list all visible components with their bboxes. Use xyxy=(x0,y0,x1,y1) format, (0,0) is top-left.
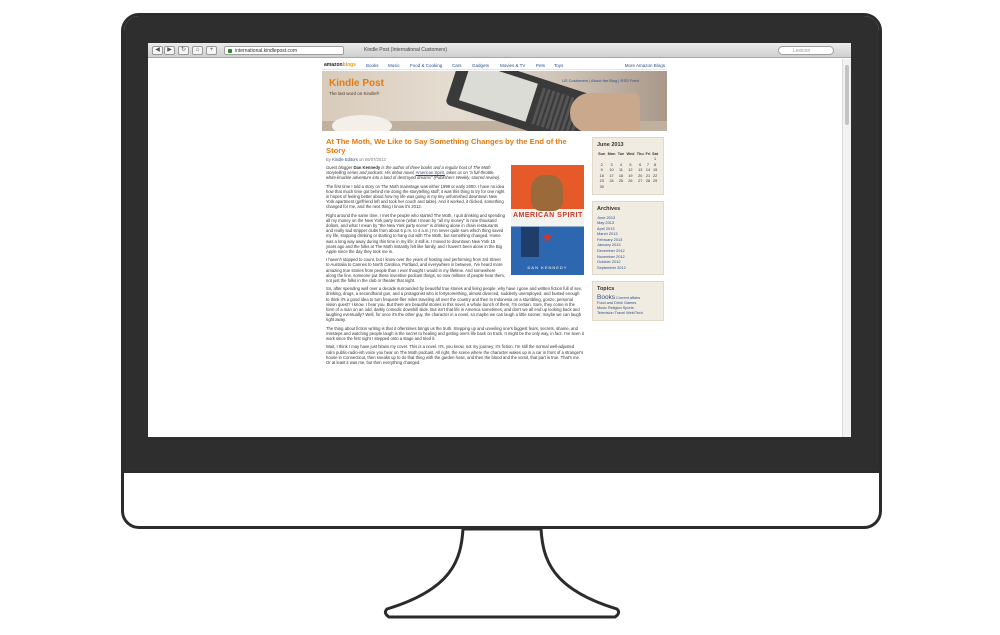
topic-books[interactable]: Books xyxy=(597,294,615,302)
post-byline: By Kindle Editors on 06/07/2013 xyxy=(326,157,584,162)
day-header: Fri xyxy=(645,151,651,156)
calendar-title: June 2013 xyxy=(597,142,624,148)
browser-toolbar: ◀ ▶ ↻ ⌂ + international.kindlepost.com K… xyxy=(148,43,851,58)
favicon-icon xyxy=(228,49,232,53)
topics-box: Topics Books Current affairs Food and Dr… xyxy=(592,281,664,322)
topics-title: Topics xyxy=(597,286,615,293)
monitor-chin-divider xyxy=(124,471,879,473)
book-author: DAN KENNEDY xyxy=(527,265,568,270)
post-title[interactable]: At The Moth, We Like to Say Something Ch… xyxy=(326,137,584,155)
nav-cars[interactable]: Cars xyxy=(452,63,462,68)
post-paragraph: So, after spending well over a decade su… xyxy=(326,286,583,323)
nav-gadgets[interactable]: Gadgets xyxy=(472,63,489,68)
kindle-screen xyxy=(458,71,538,122)
post-paragraph: The thing about fiction writing is that … xyxy=(326,325,584,342)
author-link[interactable]: Kindle Editors xyxy=(332,157,358,162)
monitor-stand xyxy=(383,529,621,621)
blog-title[interactable]: Kindle Post xyxy=(329,78,384,89)
bookmark-icon[interactable]: + xyxy=(206,46,217,55)
dog-illustration xyxy=(531,175,563,211)
archives-box: Archives June 2013 May 2013 April 2013 M… xyxy=(592,200,664,276)
nav-food-cooking[interactable]: Food & Cooking xyxy=(410,63,442,68)
amazon-blogs-logo[interactable]: amazonblogs xyxy=(324,62,356,68)
search-input[interactable]: Lexicon xyxy=(778,46,834,55)
calendar-box: June 2013 Sun Mon Tue Wed Thu Fri Sat 1 … xyxy=(592,137,664,195)
kindle-post-page: amazonblogs Books Music Food & Cooking C… xyxy=(322,60,667,437)
nav-books[interactable]: Books xyxy=(366,63,379,68)
day-header: Sun xyxy=(598,151,606,156)
home-icon[interactable]: ⌂ xyxy=(192,46,203,55)
calendar-week: 30 xyxy=(599,184,604,189)
address-bar[interactable]: international.kindlepost.com xyxy=(224,46,344,55)
star-icon: ★ xyxy=(541,229,554,245)
kindle-post-banner: Kindle Post The last word on Kindle® US … xyxy=(322,71,667,131)
more-amazon-blogs-link[interactable]: More Amazon Blogs xyxy=(625,63,665,68)
day-header: Wed xyxy=(626,151,635,156)
day-header: Sat xyxy=(652,151,659,156)
byline-date: on 06/07/2013 xyxy=(359,157,386,162)
forward-icon[interactable]: ▶ xyxy=(164,46,175,55)
post-paragraph: Wait, I think I may have just blown my c… xyxy=(326,344,584,365)
day-header: Tue xyxy=(617,151,625,156)
logo-suffix: blogs xyxy=(342,62,356,68)
back-icon[interactable]: ◀ xyxy=(152,46,163,55)
archive-link[interactable]: September 2012 xyxy=(597,265,659,271)
screen: ◀ ▶ ↻ ⌂ + international.kindlepost.com K… xyxy=(148,43,851,437)
book-title: AMERICAN SPIRIT xyxy=(513,212,583,219)
nav-pets[interactable]: Pets xyxy=(536,63,545,68)
topic-link[interactable]: Television Travel Web/Tech xyxy=(597,311,659,316)
nav-music[interactable]: Music xyxy=(388,63,400,68)
book-cover-image[interactable]: AMERICAN SPIRIT ★ DAN KENNEDY xyxy=(511,165,584,275)
topic-link[interactable]: Current affairs xyxy=(616,296,640,300)
byline-prefix: By xyxy=(326,157,331,162)
nav-toys[interactable]: Toys xyxy=(554,63,563,68)
archives-title: Archives xyxy=(597,205,621,212)
amazon-blogs-bar: amazonblogs Books Music Food & Cooking C… xyxy=(322,60,667,70)
day-header: Thu xyxy=(636,151,644,156)
scrollbar[interactable] xyxy=(842,59,851,437)
coffee-cup-image xyxy=(332,115,392,131)
nav-movies-tv[interactable]: Movies & TV xyxy=(500,63,525,68)
banner-links[interactable]: US Customers | About the Blog | RSS Feed xyxy=(562,78,639,83)
blog-tagline: The last word on Kindle® xyxy=(329,91,380,96)
post-content: At The Moth, We Like to Say Something Ch… xyxy=(326,137,584,437)
calendar-table: Sun Mon Tue Wed Thu Fri Sat 1 2 3 4 5 6 … xyxy=(597,151,659,190)
window-title: Kindle Post (International Customers) xyxy=(364,47,448,53)
figure-illustration xyxy=(521,227,539,257)
sidebar: June 2013 Sun Mon Tue Wed Thu Fri Sat 1 … xyxy=(592,137,664,327)
url-text: international.kindlepost.com xyxy=(235,48,297,54)
scroll-thumb[interactable] xyxy=(845,65,849,125)
reload-icon[interactable]: ↻ xyxy=(178,46,189,55)
logo-amazon: amazon xyxy=(324,62,343,68)
day-header: Mon xyxy=(607,151,616,156)
hand-image xyxy=(570,93,640,131)
